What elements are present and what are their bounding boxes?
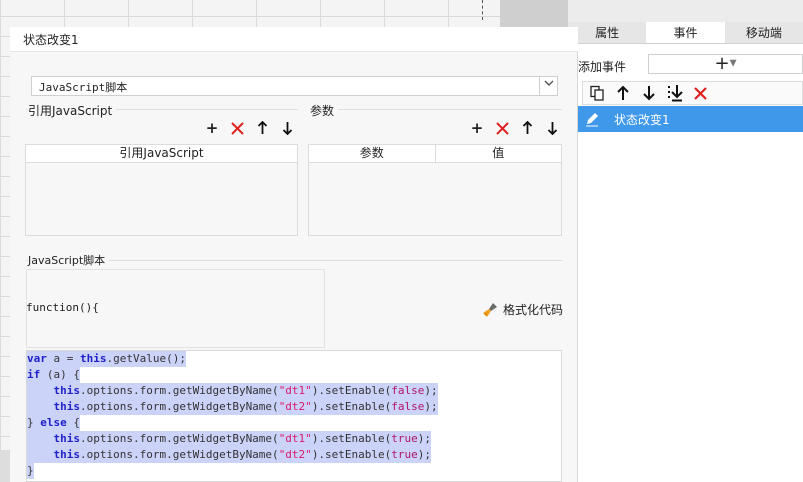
arrow-down-icon[interactable] (544, 120, 560, 136)
right-panel: 属性 事件 移动端 添加事件 +▼ 状态改变1 (568, 0, 803, 482)
ref-js-toolbar: + (204, 119, 295, 137)
add-event-label: 添加事件 (578, 60, 627, 74)
add-event-row: 添加事件 +▼ (568, 54, 803, 76)
event-list-item-label: 状态改变1 (614, 113, 670, 127)
add-icon[interactable]: + (469, 119, 485, 137)
params-table-header: 参数 值 (309, 145, 561, 163)
code-line: this.options.form.getWidgetByName("dt2")… (27, 447, 432, 463)
add-event-dropdown[interactable]: +▼ (648, 54, 803, 74)
column-header[interactable]: 引用JavaScript (26, 145, 297, 162)
arrow-down-icon[interactable] (279, 120, 295, 136)
spreadsheet-header-block (500, 0, 568, 30)
tab-properties[interactable]: 属性 (568, 22, 646, 43)
dialog-title: 状态改变1 (23, 33, 79, 47)
copy-icon[interactable] (587, 84, 606, 103)
add-icon[interactable]: + (204, 119, 220, 137)
event-toolbar (582, 81, 803, 105)
plus-icon: + (714, 53, 730, 74)
panel-tabs: 属性 事件 移动端 (568, 22, 803, 44)
column-header-value[interactable]: 值 (436, 145, 562, 162)
script-section-title: JavaScript脚本 (28, 252, 110, 268)
divider (310, 109, 562, 110)
function-signature: function(){ (26, 301, 99, 314)
event-editor-dialog: 状态改变1 JavaScript脚本 引用JavaScript + 引用Java… (10, 27, 578, 482)
delete-icon[interactable] (691, 84, 710, 103)
chevron-down-icon[interactable] (539, 77, 557, 95)
code-editor[interactable]: var a = this.getValue(); if (a) { this.o… (26, 350, 562, 482)
pencil-icon (584, 111, 600, 131)
code-line: this.options.form.getWidgetByName("dt1")… (27, 383, 438, 399)
delete-icon[interactable] (494, 120, 510, 136)
ref-js-table: 引用JavaScript (25, 144, 298, 236)
move-up-icon[interactable] (613, 84, 632, 103)
script-type-value: JavaScript脚本 (39, 81, 128, 94)
params-table: 参数 值 (308, 144, 562, 236)
dialog-title-bar: 状态改变1 (10, 27, 578, 52)
move-bottom-icon[interactable] (665, 84, 684, 103)
delete-icon[interactable] (229, 120, 245, 136)
format-code-button[interactable]: 格式化代码 (482, 301, 563, 318)
code-line: this.options.form.getWidgetByName("dt1")… (27, 431, 432, 447)
event-list-item[interactable]: 状态改变1 (578, 106, 803, 132)
arrow-up-icon[interactable] (519, 120, 535, 136)
code-line: } (27, 463, 34, 479)
ref-js-section-title: 引用JavaScript (28, 102, 117, 119)
params-toolbar: + (469, 119, 560, 137)
move-down-icon[interactable] (639, 84, 658, 103)
code-line: this.options.form.getWidgetByName("dt2")… (27, 399, 438, 415)
page-break-line (482, 0, 483, 20)
code-line: if (a) { (27, 367, 80, 383)
ref-js-table-header: 引用JavaScript (26, 145, 297, 163)
arrow-up-icon[interactable] (254, 120, 270, 136)
right-panel-top-strip (568, 0, 803, 22)
code-line: } else { (27, 415, 80, 431)
tab-mobile[interactable]: 移动端 (725, 22, 803, 43)
script-type-select[interactable]: JavaScript脚本 (31, 76, 558, 96)
params-section-title: 参数 (310, 102, 339, 119)
chevron-down-icon: ▼ (729, 58, 737, 69)
spreadsheet-edge (0, 450, 10, 482)
format-code-label: 格式化代码 (503, 303, 564, 317)
tab-events[interactable]: 事件 (646, 22, 725, 43)
column-header-param[interactable]: 参数 (309, 145, 436, 162)
broom-icon (482, 302, 498, 318)
code-line: var a = this.getValue(); (27, 351, 186, 367)
